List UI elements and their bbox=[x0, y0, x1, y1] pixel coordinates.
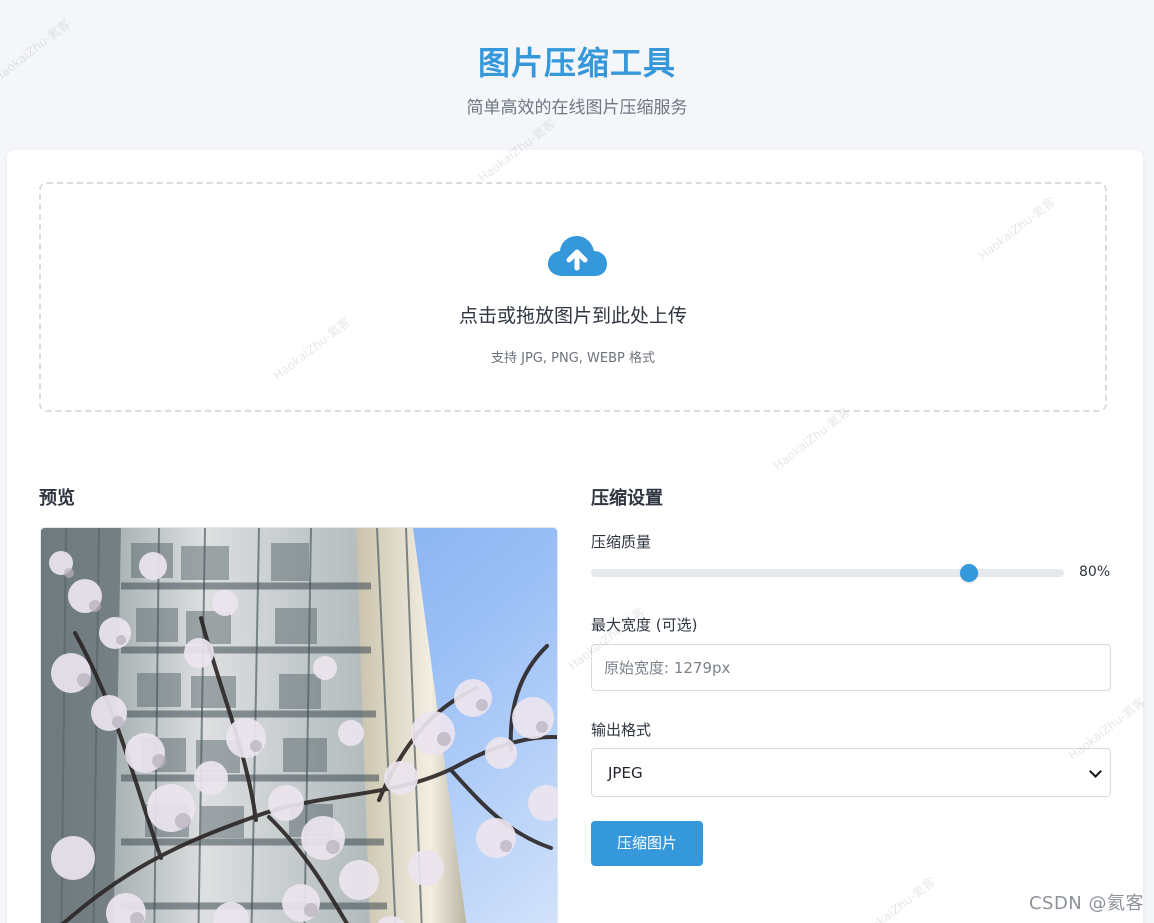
upload-instruction: 点击或拖放图片到此处上传 bbox=[458, 305, 687, 327]
max-width-label: 最大宽度 (可选) bbox=[591, 616, 698, 634]
preview-image bbox=[40, 527, 558, 923]
main-card: 点击或拖放图片到此处上传 支持 JPG, PNG, WEBP 格式 预览 压缩设… bbox=[7, 150, 1143, 923]
quality-slider-thumb[interactable] bbox=[960, 564, 979, 582]
cloud-upload-icon bbox=[548, 236, 607, 276]
cherry-blossom-building-photo bbox=[41, 528, 557, 923]
page-title: 图片压缩工具 bbox=[477, 44, 676, 82]
output-format-label: 输出格式 bbox=[591, 721, 652, 739]
footer-credit: CSDN @氦客 bbox=[1028, 893, 1144, 914]
page-subtitle: 简单高效的在线图片压缩服务 bbox=[466, 98, 688, 118]
selected-format: JPEG bbox=[608, 764, 643, 782]
quality-slider-track[interactable] bbox=[591, 564, 1064, 582]
upload-format-hint: 支持 JPG, PNG, WEBP 格式 bbox=[490, 351, 655, 366]
page-header: 图片压缩工具 简单高效的在线图片压缩服务 bbox=[0, 0, 1154, 150]
upload-dropzone[interactable]: 点击或拖放图片到此处上传 支持 JPG, PNG, WEBP 格式 bbox=[39, 182, 1107, 412]
compress-image-button[interactable]: 压缩图片 bbox=[591, 821, 703, 866]
quality-label: 压缩质量 bbox=[591, 533, 652, 551]
quality-value: 80% bbox=[1079, 564, 1111, 580]
preview-title: 预览 bbox=[39, 488, 75, 509]
chevron-down-icon bbox=[1089, 765, 1102, 778]
output-format-select[interactable]: JPEG bbox=[591, 748, 1111, 797]
settings-title: 压缩设置 bbox=[591, 488, 663, 509]
max-width-input[interactable] bbox=[591, 644, 1111, 691]
